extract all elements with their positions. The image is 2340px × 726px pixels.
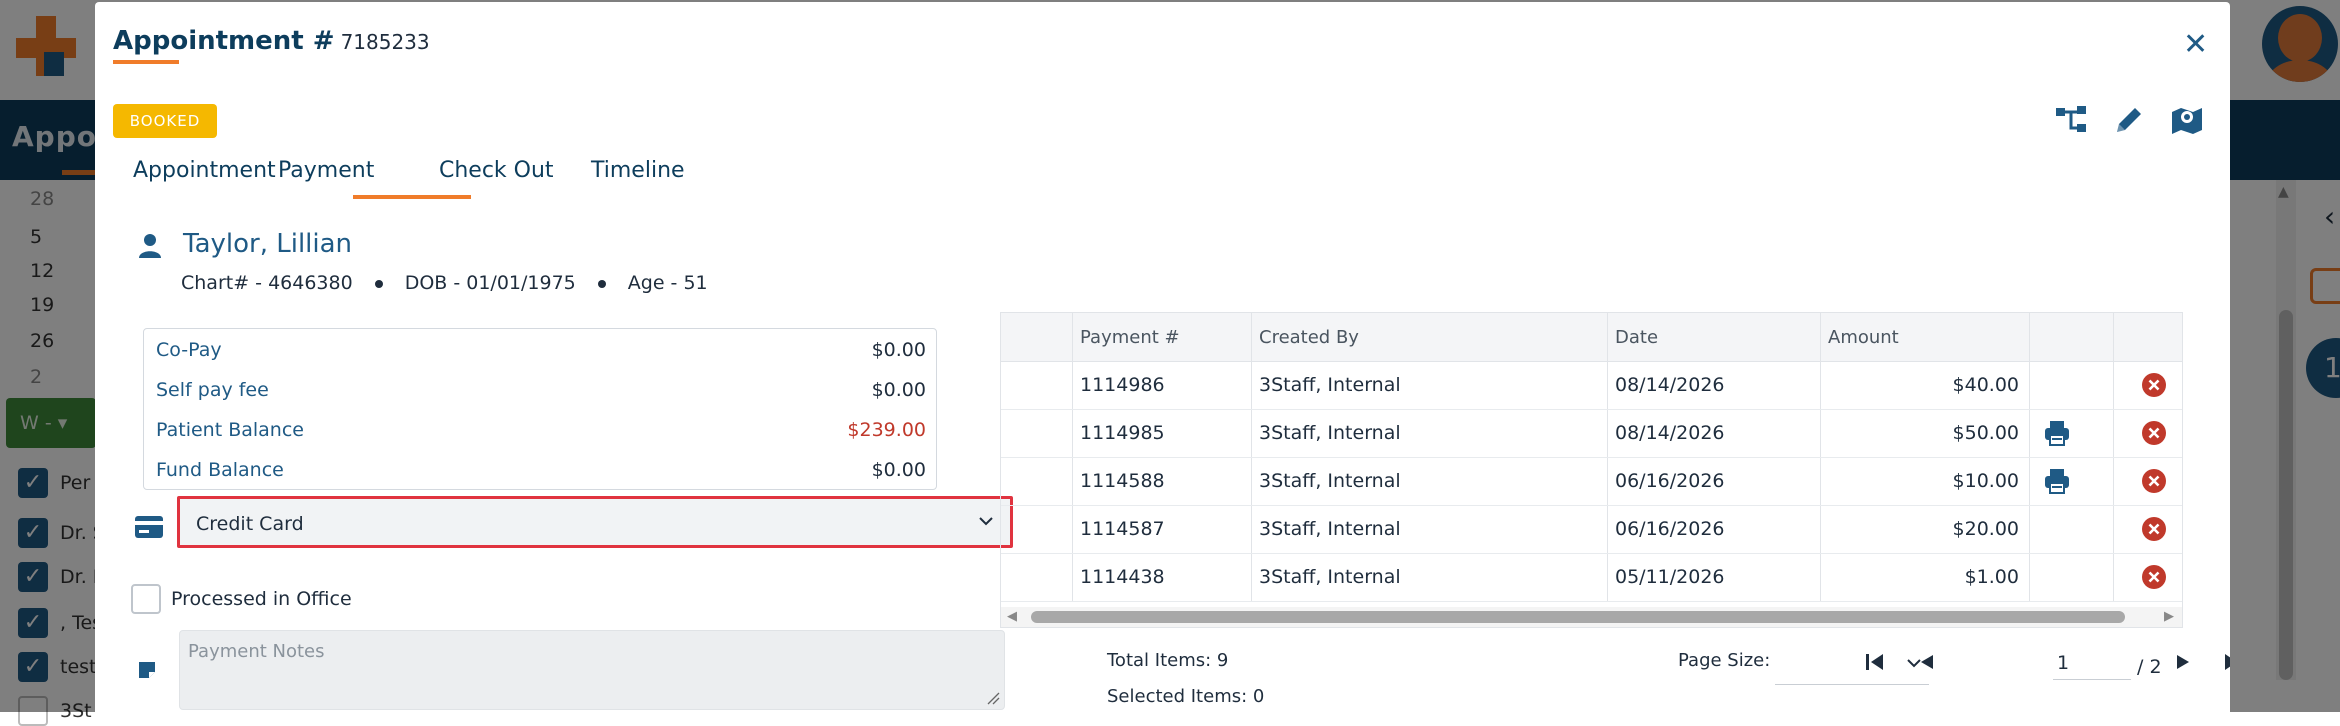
- balance-row: Self pay fee $0.00: [156, 373, 926, 413]
- delete-circle-icon[interactable]: [2141, 516, 2167, 542]
- chart-number: Chart# - 4646380: [181, 272, 353, 294]
- table-row[interactable]: 1114588 3Staff, Internal 06/16/2026 $10.…: [1001, 457, 2182, 506]
- pencil-icon[interactable]: [2111, 102, 2147, 138]
- balance-row: Fund Balance $0.00: [156, 453, 926, 493]
- payment-number: 1114986: [1080, 374, 1165, 396]
- grid-scrollbar-thumb[interactable]: [1031, 611, 2125, 623]
- balance-summary: Co-Pay $0.00 Self pay fee $0.00 Patient …: [143, 328, 937, 490]
- modal-title: Appointment #7185233: [113, 26, 430, 56]
- processed-in-office-label: Processed in Office: [171, 588, 352, 610]
- person-icon: [139, 234, 161, 258]
- balance-label: Self pay fee: [156, 379, 269, 401]
- balance-value: $239.00: [847, 419, 926, 441]
- created-by: 3Staff, Internal: [1259, 422, 1401, 444]
- column-header-date[interactable]: Date: [1615, 327, 1658, 348]
- delete-circle-icon[interactable]: [2141, 420, 2167, 446]
- payment-number: 1114438: [1080, 566, 1165, 588]
- payment-amount: $40.00: [1952, 374, 2019, 396]
- grid-header: Payment # Created By Date Amount: [1001, 313, 2182, 362]
- chevron-down-icon: [979, 517, 993, 526]
- scroll-left-icon[interactable]: ◀: [1007, 609, 1017, 624]
- payment-method-value: Credit Card: [196, 513, 304, 535]
- payment-date: 08/14/2026: [1615, 374, 1725, 396]
- created-by: 3Staff, Internal: [1259, 518, 1401, 540]
- tab-timeline[interactable]: Timeline: [591, 158, 685, 183]
- payment-notes-placeholder: Payment Notes: [188, 641, 325, 662]
- column-header-payment[interactable]: Payment #: [1080, 327, 1180, 348]
- balance-row: Co-Pay $0.00: [156, 333, 926, 373]
- delete-circle-icon[interactable]: [2141, 564, 2167, 590]
- payment-date: 06/16/2026: [1615, 518, 1725, 540]
- printer-icon[interactable]: [2043, 467, 2071, 495]
- patient-age: Age - 51: [627, 272, 708, 294]
- balance-value: $0.00: [871, 339, 926, 361]
- created-by: 3Staff, Internal: [1259, 374, 1401, 396]
- appointment-number: 7185233: [340, 30, 430, 54]
- payment-amount: $1.00: [1964, 566, 2019, 588]
- scroll-right-icon[interactable]: ▶: [2164, 609, 2174, 624]
- page-size-select[interactable]: [1775, 644, 1929, 685]
- table-row[interactable]: 1114587 3Staff, Internal 06/16/2026 $20.…: [1001, 505, 2182, 554]
- tab-check-out[interactable]: Check Out: [439, 158, 554, 183]
- payment-method-select[interactable]: Credit Card: [177, 496, 1013, 548]
- selected-items: Selected Items: 0: [1107, 686, 1265, 707]
- credit-card-icon: [135, 516, 163, 538]
- table-row[interactable]: 1114985 3Staff, Internal 08/14/2026 $50.…: [1001, 409, 2182, 458]
- column-header-amount[interactable]: Amount: [1828, 327, 1899, 348]
- page-count: / 2: [2137, 656, 2162, 678]
- payment-number: 1114587: [1080, 518, 1165, 540]
- payment-number: 1114588: [1080, 470, 1165, 492]
- payment-amount: $20.00: [1952, 518, 2019, 540]
- close-icon[interactable]: ✕: [2183, 30, 2208, 60]
- patient-dob: DOB - 01/01/1975: [404, 272, 576, 294]
- page-size-label: Page Size:: [1678, 650, 1771, 671]
- patient-meta: Chart# - 4646380 DOB - 01/01/1975 Age - 51: [181, 272, 708, 294]
- grid-horizontal-scrollbar[interactable]: ◀ ▶: [1001, 607, 2182, 627]
- previous-page-icon[interactable]: [1915, 650, 1939, 674]
- column-header-created-by[interactable]: Created By: [1259, 327, 1359, 348]
- balance-row: Patient Balance $239.00: [156, 413, 926, 453]
- note-icon: [139, 662, 155, 678]
- payments-grid: Payment # Created By Date Amount 1114986…: [1000, 312, 2183, 628]
- balance-value: $0.00: [871, 459, 926, 481]
- table-row[interactable]: 1114986 3Staff, Internal 08/14/2026 $40.…: [1001, 361, 2182, 410]
- separator-dot: [374, 279, 383, 288]
- hierarchy-icon[interactable]: [2053, 102, 2089, 138]
- payment-date: 06/16/2026: [1615, 470, 1725, 492]
- payment-amount: $10.00: [1952, 470, 2019, 492]
- delete-circle-icon[interactable]: [2141, 372, 2167, 398]
- resize-grip-icon[interactable]: [986, 691, 1000, 705]
- created-by: 3Staff, Internal: [1259, 470, 1401, 492]
- map-icon[interactable]: [2169, 102, 2205, 138]
- table-row[interactable]: 1114438 3Staff, Internal 05/11/2026 $1.0…: [1001, 553, 2182, 602]
- payment-number: 1114985: [1080, 422, 1165, 444]
- last-page-icon[interactable]: [2221, 650, 2230, 674]
- separator-dot: [597, 279, 606, 288]
- created-by: 3Staff, Internal: [1259, 566, 1401, 588]
- next-page-icon[interactable]: [2171, 650, 2195, 674]
- delete-circle-icon[interactable]: [2141, 468, 2167, 494]
- total-items: Total Items: 9: [1107, 650, 1229, 671]
- first-page-icon[interactable]: [1863, 650, 1887, 674]
- balance-label: Fund Balance: [156, 459, 284, 481]
- page-number-input[interactable]: 1: [2053, 646, 2131, 680]
- active-tab-underline: [353, 195, 471, 199]
- appointment-modal: Appointment #7185233 ✕ BOOKED Appointmen…: [95, 2, 2230, 714]
- balance-label: Co-Pay: [156, 339, 222, 361]
- tab-payment[interactable]: Payment: [278, 158, 374, 183]
- patient-name[interactable]: Taylor, Lillian: [183, 229, 352, 259]
- balance-label: Patient Balance: [156, 419, 304, 441]
- tab-appointment[interactable]: Appointment: [133, 158, 276, 183]
- status-badge: BOOKED: [113, 104, 217, 138]
- balance-value: $0.00: [871, 379, 926, 401]
- processed-in-office-checkbox[interactable]: [131, 584, 161, 614]
- title-underline: [113, 60, 179, 64]
- modal-title-text: Appointment #: [113, 26, 335, 56]
- payment-amount: $50.00: [1952, 422, 2019, 444]
- printer-icon[interactable]: [2043, 419, 2071, 447]
- payment-date: 05/11/2026: [1615, 566, 1725, 588]
- payment-date: 08/14/2026: [1615, 422, 1725, 444]
- payment-notes-input[interactable]: Payment Notes: [179, 630, 1005, 710]
